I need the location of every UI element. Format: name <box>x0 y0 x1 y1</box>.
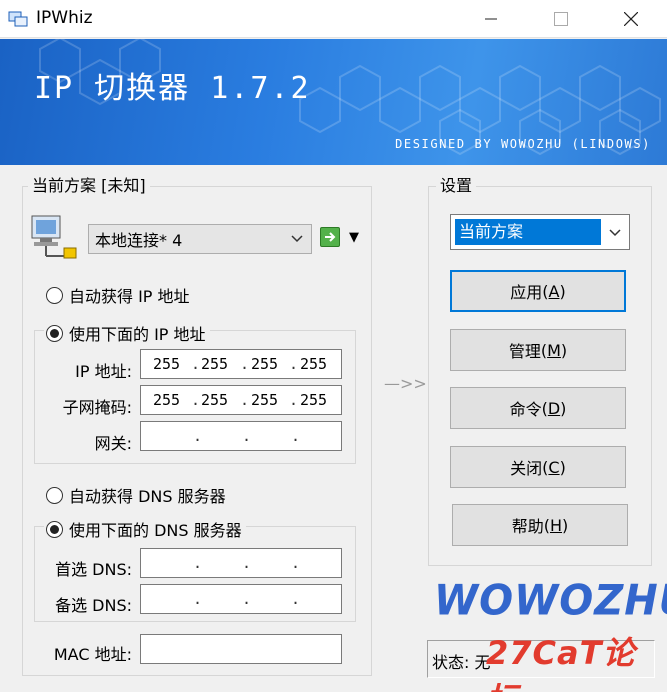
preferred-dns-dot-2: . <box>242 554 252 572</box>
watermark: 27CaT论坛 <box>486 634 636 692</box>
minimize-button[interactable] <box>468 0 514 38</box>
network-adapter-icon <box>31 215 77 259</box>
maximize-icon <box>554 12 568 26</box>
manage-button[interactable]: 管理 (M) <box>450 329 626 371</box>
command-button[interactable]: 命令 (D) <box>450 387 626 429</box>
auto-ip-radio-dot <box>46 286 63 304</box>
banner-credit: DESIGNED BY WOWOZHU (LINDOWS) <box>395 137 651 151</box>
manage-button-key: (M) <box>540 340 568 360</box>
close-app-button-label: 关闭 <box>510 459 543 478</box>
alternate-dns-dot-3: . <box>291 590 301 608</box>
mask-dot-3: . <box>289 391 299 409</box>
auto-dns-radio[interactable]: 自动获得 DNS 服务器 <box>46 483 226 507</box>
gateway-dot-3: . <box>291 427 301 445</box>
preferred-dns-dot-1: . <box>193 554 203 572</box>
auto-ip-label: 自动获得 IP 地址 <box>69 287 190 306</box>
auto-dns-radio-dot <box>46 486 63 504</box>
mask-dot-2: . <box>240 391 250 409</box>
subnet-mask-label: 子网掩码: <box>62 398 132 417</box>
mask-dot-1: . <box>191 391 201 409</box>
title-bar: IPWhiz <box>0 0 667 38</box>
auto-dns-label: 自动获得 DNS 服务器 <box>69 487 226 506</box>
manual-ip-label: 使用下面的 IP 地址 <box>69 325 206 344</box>
mask-octet-4: 255 <box>300 391 328 409</box>
manual-dns-radio-dot <box>46 520 63 538</box>
command-button-key: (D) <box>541 398 567 418</box>
ip-address-input[interactable]: 255 . 255 . 255 . 255 <box>140 349 342 379</box>
help-button[interactable]: 帮助 (H) <box>452 504 628 546</box>
status-text: 状态: 无 <box>432 653 491 672</box>
chevron-down-icon <box>291 235 303 243</box>
settings-label: 设置 <box>436 177 477 195</box>
arrow-right-icon <box>325 232 336 242</box>
current-scheme-label: 当前方案 [未知] <box>28 177 150 195</box>
ip-octet-4: 255 <box>300 355 328 373</box>
refresh-adapter-button[interactable] <box>320 227 340 247</box>
alternate-dns-dot-1: . <box>193 590 203 608</box>
adapter-select-value: 本地连接* 4 <box>95 231 183 250</box>
manual-dns-label: 使用下面的 DNS 服务器 <box>69 521 242 540</box>
adapter-select[interactable]: 本地连接* 4 <box>88 224 312 254</box>
alternate-dns-label: 备选 DNS: <box>55 596 132 615</box>
apply-button-label: 应用 <box>510 283 543 302</box>
close-app-button[interactable]: 关闭 (C) <box>450 446 626 488</box>
alternate-dns-dot-2: . <box>242 590 252 608</box>
app-icon <box>8 11 28 27</box>
mask-octet-1: 255 <box>153 391 181 409</box>
close-app-button-key: (C) <box>542 457 566 477</box>
mask-octet-2: 255 <box>201 391 229 409</box>
close-icon <box>624 12 638 26</box>
minimize-icon <box>485 18 497 20</box>
alternate-dns-input[interactable]: . . . <box>140 584 342 614</box>
command-button-label: 命令 <box>509 400 542 419</box>
close-button[interactable] <box>608 0 654 38</box>
gateway-input[interactable]: . . . <box>140 421 342 451</box>
banner: IP 切换器 1.7.2 DESIGNED BY WOWOZHU (LINDOW… <box>0 39 667 165</box>
ip-octet-3: 255 <box>251 355 279 373</box>
preferred-dns-dot-3: . <box>291 554 301 572</box>
wowozhu-logo: WOWOZHU <box>434 576 667 626</box>
adapter-menu-dropdown[interactable]: ▼ <box>349 230 359 245</box>
scheme-select-value: 当前方案 <box>455 219 601 245</box>
ip-dot-1: . <box>191 355 201 373</box>
mac-address-input[interactable] <box>140 634 342 664</box>
manage-button-label: 管理 <box>508 342 541 361</box>
apply-button-key: (A) <box>542 281 566 301</box>
auto-ip-radio[interactable]: 自动获得 IP 地址 <box>46 283 190 307</box>
apply-arrow: —>> <box>384 374 427 393</box>
manual-dns-radio[interactable]: 使用下面的 DNS 服务器 <box>44 517 246 541</box>
gateway-label: 网关: <box>94 434 132 453</box>
help-button-label: 帮助 <box>511 517 544 536</box>
gateway-dot-1: . <box>193 427 203 445</box>
banner-title: IP 切换器 1.7.2 <box>34 71 311 106</box>
manual-ip-radio-dot <box>46 324 63 342</box>
chevron-down-icon <box>609 229 621 237</box>
mask-octet-3: 255 <box>251 391 279 409</box>
ip-address-label: IP 地址: <box>75 362 132 381</box>
preferred-dns-label: 首选 DNS: <box>55 560 132 579</box>
maximize-button[interactable] <box>538 0 584 38</box>
scheme-select[interactable]: 当前方案 <box>450 214 630 250</box>
preferred-dns-input[interactable]: . . . <box>140 548 342 578</box>
ip-dot-2: . <box>240 355 250 373</box>
mac-address-label: MAC 地址: <box>53 645 132 664</box>
window-title: IPWhiz <box>36 8 93 28</box>
apply-button[interactable]: 应用 (A) <box>450 270 626 312</box>
ip-octet-2: 255 <box>201 355 229 373</box>
ip-dot-3: . <box>289 355 299 373</box>
subnet-mask-input[interactable]: 255 . 255 . 255 . 255 <box>140 385 342 415</box>
ip-octet-1: 255 <box>153 355 181 373</box>
gateway-dot-2: . <box>242 427 252 445</box>
manual-ip-radio[interactable]: 使用下面的 IP 地址 <box>44 321 210 345</box>
help-button-key: (H) <box>543 515 569 535</box>
